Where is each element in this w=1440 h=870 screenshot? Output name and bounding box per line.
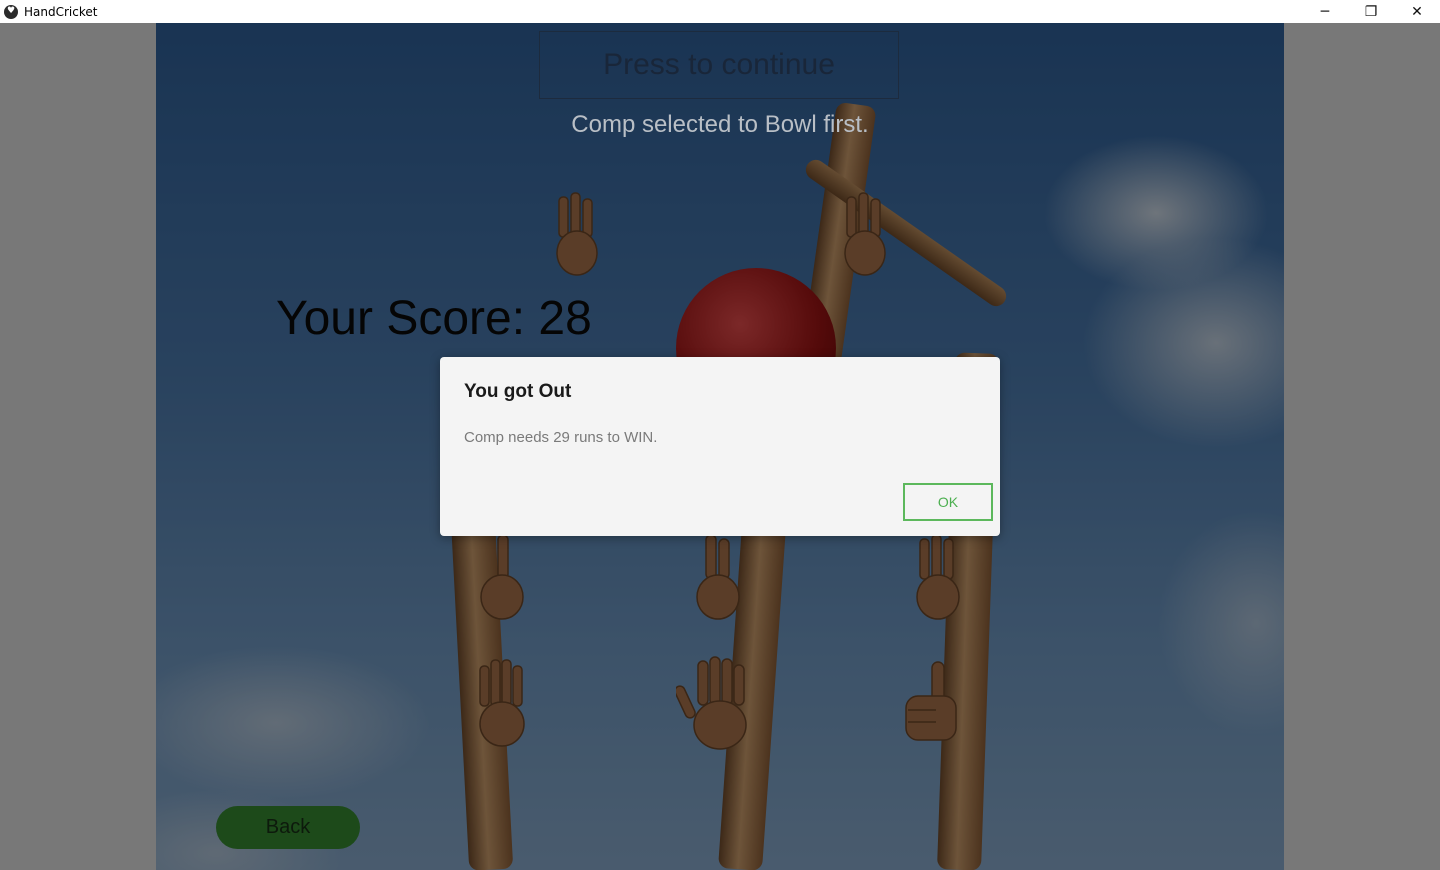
window-title: HandCricket — [24, 4, 98, 19]
restore-button[interactable]: ❐ — [1348, 0, 1394, 23]
four-fingers-icon[interactable] — [470, 658, 534, 748]
two-fingers-icon[interactable] — [686, 533, 750, 623]
window-margin-right — [1284, 23, 1440, 870]
ok-button[interactable]: OK — [903, 483, 993, 521]
window-controls: ─ ❐ ✕ — [1302, 0, 1440, 23]
five-fingers-icon[interactable] — [674, 655, 762, 751]
three-fingers-icon[interactable] — [545, 191, 609, 281]
three-fingers-icon[interactable] — [833, 191, 897, 281]
your-score-label: Your Score: 28 — [276, 292, 592, 345]
dialog-message: Comp needs 29 runs to WIN. — [464, 429, 658, 446]
one-finger-icon[interactable] — [470, 533, 534, 623]
toss-status-text: Comp selected to Bowl first. — [571, 111, 869, 138]
close-button[interactable]: ✕ — [1394, 0, 1440, 23]
thumbs-up-icon[interactable] — [900, 658, 970, 748]
title-bar: ♥ HandCricket ─ ❐ ✕ — [0, 0, 1440, 23]
three-fingers-icon[interactable] — [906, 533, 970, 623]
out-dialog: You got Out Comp needs 29 runs to WIN. O… — [440, 357, 1000, 536]
app-icon: ♥ — [4, 4, 18, 19]
window-margin-left — [0, 23, 156, 870]
minimize-button[interactable]: ─ — [1302, 0, 1348, 23]
press-to-continue-button[interactable]: Press to continue — [539, 31, 899, 99]
dialog-title: You got Out — [464, 381, 572, 402]
back-button[interactable]: Back — [216, 806, 360, 849]
